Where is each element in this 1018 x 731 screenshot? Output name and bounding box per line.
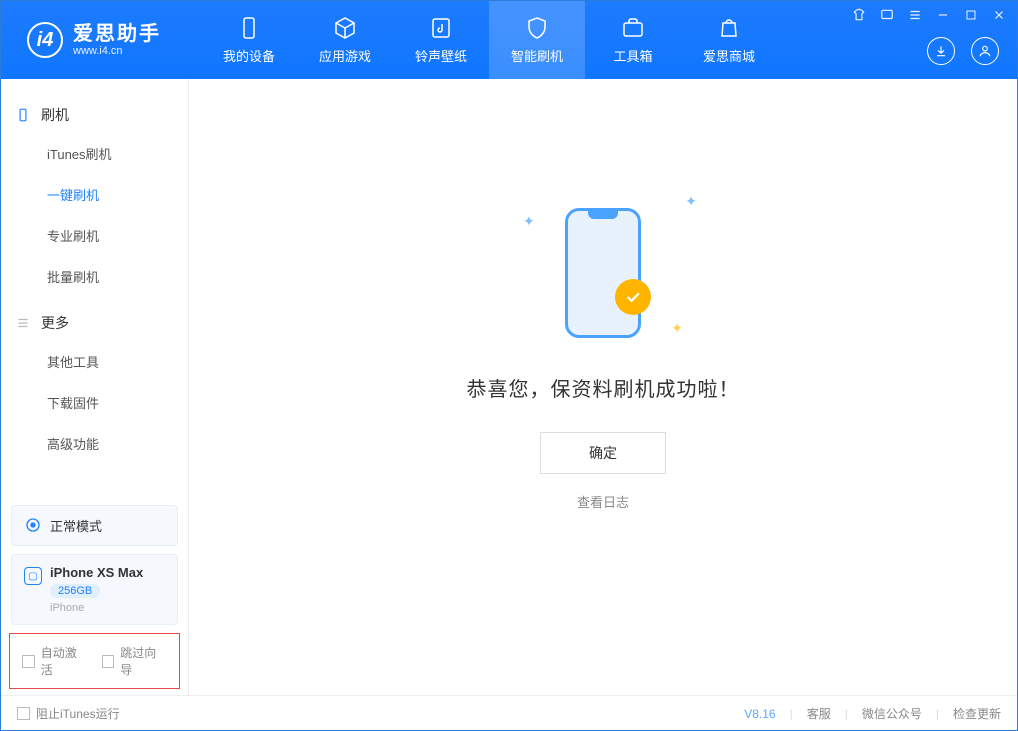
mode-card[interactable]: 正常模式 [11,505,178,546]
maximize-button[interactable] [963,7,979,23]
version-label: V8.16 [744,707,775,721]
mode-icon [24,516,42,534]
music-icon [429,16,453,40]
logo-icon: i4 [27,22,63,58]
success-title: 恭喜您，保资料刷机成功啦！ [467,373,740,402]
device-type: iPhone [50,602,143,614]
sidebar-item-download-firmware[interactable]: 下载固件 [1,382,188,423]
tab-label: 智能刷机 [511,46,563,65]
logo-text: 爱思助手 www.i4.cn [73,23,161,57]
success-illustration: ✦ ✦ ✦ [503,203,703,343]
close-button[interactable] [991,7,1007,23]
shield-icon [525,16,549,40]
sparkle-icon: ✦ [685,193,697,210]
footer-link-support[interactable]: 客服 [807,705,831,722]
logo-area: i4 爱思助手 www.i4.cn [1,22,201,58]
sidebar-group-flash: 刷机 iTunes刷机 一键刷机 专业刷机 批量刷机 [1,97,188,297]
briefcase-icon [621,16,645,40]
feedback-icon[interactable] [879,7,895,23]
ok-button[interactable]: 确定 [540,432,666,474]
checkbox-icon [17,707,30,720]
user-icon[interactable] [971,37,999,65]
nav-tabs: 我的设备 应用游戏 铃声壁纸 智能刷机 工具箱 爱思商城 [201,1,777,79]
sidebar-group-title: 更多 [41,313,69,333]
footer-link-wechat[interactable]: 微信公众号 [862,705,922,722]
main-panel: ✦ ✦ ✦ 恭喜您，保资料刷机成功啦！ 确定 查看日志 [189,79,1017,695]
cube-icon [333,16,357,40]
tab-toolbox[interactable]: 工具箱 [585,1,681,79]
footer-link-update[interactable]: 检查更新 [953,705,1001,722]
checkbox-label: 自动激活 [41,644,88,678]
bag-icon [717,16,741,40]
sidebar-item-batch-flash[interactable]: 批量刷机 [1,256,188,297]
checkbox-label: 阻止iTunes运行 [36,705,120,722]
content-area: 刷机 iTunes刷机 一键刷机 专业刷机 批量刷机 更多 其他工具 下载固件 … [1,79,1017,695]
device-card[interactable]: ▢ iPhone XS Max 256GB iPhone [11,554,178,625]
checkbox-icon [22,655,35,668]
skin-icon[interactable] [851,7,867,23]
footer: 阻止iTunes运行 V8.16 | 客服 | 微信公众号 | 检查更新 [1,695,1017,731]
menu-icon[interactable] [907,7,923,23]
tab-label: 铃声壁纸 [415,46,467,65]
app-url: www.i4.cn [73,45,161,57]
sidebar-header-more[interactable]: 更多 [1,305,188,341]
tab-label: 应用游戏 [319,46,371,65]
phone-notch [588,211,618,219]
sidebar-group-title: 刷机 [41,105,69,125]
sidebar-group-more: 更多 其他工具 下载固件 高级功能 [1,305,188,464]
check-badge-icon [615,279,651,315]
minimize-button[interactable] [935,7,951,23]
sidebar-header-flash[interactable]: 刷机 [1,97,188,133]
device-name: iPhone XS Max [50,565,143,580]
tab-smart-flash[interactable]: 智能刷机 [489,1,585,79]
checkbox-icon [102,655,115,668]
sparkle-icon: ✦ [671,320,683,337]
tab-store[interactable]: 爱思商城 [681,1,777,79]
device-info: iPhone XS Max 256GB iPhone [50,565,143,614]
separator: | [790,707,793,721]
separator: | [845,707,848,721]
checkbox-skip-guide[interactable]: 跳过向导 [102,644,168,678]
footer-left: 阻止iTunes运行 [17,705,120,722]
device-small-icon: ▢ [24,567,42,585]
view-log-link[interactable]: 查看日志 [577,492,629,511]
checkbox-auto-activate[interactable]: 自动激活 [22,644,88,678]
sidebar-item-other-tools[interactable]: 其他工具 [1,341,188,382]
phone-icon [565,208,641,338]
separator: | [936,707,939,721]
checkbox-label: 跳过向导 [120,644,167,678]
window-controls [851,7,1007,23]
header-right-icons [927,37,999,65]
app-header: i4 爱思助手 www.i4.cn 我的设备 应用游戏 铃声壁纸 智能刷机 工具… [1,1,1017,79]
tab-label: 爱思商城 [703,46,755,65]
checkbox-block-itunes[interactable]: 阻止iTunes运行 [17,705,120,722]
device-icon [15,107,31,123]
list-icon [15,315,31,331]
sidebar-bottom: 正常模式 ▢ iPhone XS Max 256GB iPhone 自动激活 跳… [1,505,188,695]
app-title: 爱思助手 [73,23,161,45]
tab-label: 工具箱 [613,46,652,65]
tab-my-device[interactable]: 我的设备 [201,1,297,79]
mode-label: 正常模式 [50,516,102,535]
sidebar: 刷机 iTunes刷机 一键刷机 专业刷机 批量刷机 更多 其他工具 下载固件 … [1,79,189,695]
sparkle-icon: ✦ [523,213,535,230]
phone-icon [237,16,261,40]
sidebar-item-itunes-flash[interactable]: iTunes刷机 [1,133,188,174]
tab-label: 我的设备 [223,46,275,65]
sidebar-item-oneclick-flash[interactable]: 一键刷机 [1,174,188,215]
device-storage-badge: 256GB [50,584,100,598]
sidebar-item-advanced[interactable]: 高级功能 [1,423,188,464]
checkbox-row: 自动激活 跳过向导 [9,633,180,689]
sidebar-item-pro-flash[interactable]: 专业刷机 [1,215,188,256]
footer-right: V8.16 | 客服 | 微信公众号 | 检查更新 [744,705,1001,722]
tab-ringtone-wallpaper[interactable]: 铃声壁纸 [393,1,489,79]
tab-apps-games[interactable]: 应用游戏 [297,1,393,79]
download-icon[interactable] [927,37,955,65]
